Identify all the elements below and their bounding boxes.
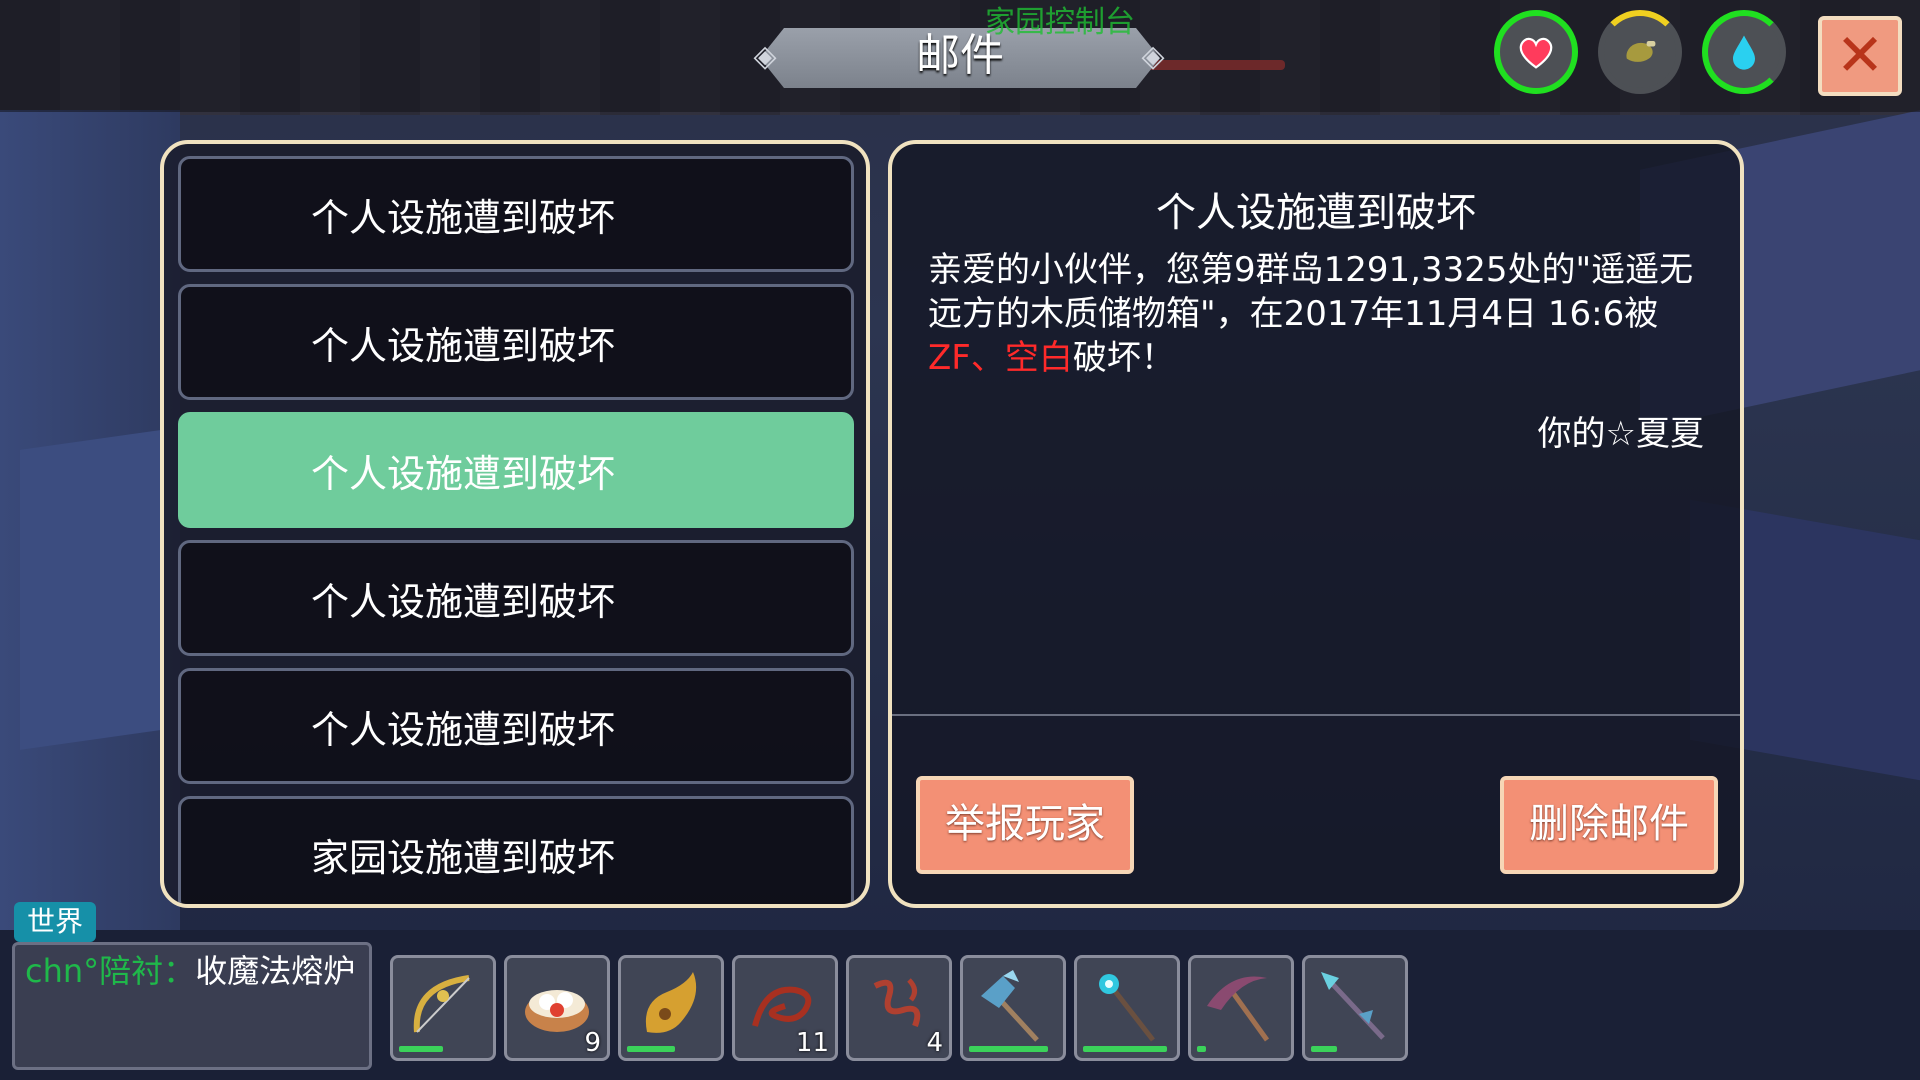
drumstick-icon (1626, 41, 1656, 62)
mail-list-item[interactable]: 个人设施遭到破坏 (178, 284, 854, 400)
crystal-spear-icon (1321, 972, 1385, 1040)
report-player-button[interactable]: 举报玩家 (916, 776, 1134, 874)
item-count: 11 (795, 1028, 829, 1058)
water-drop-icon (1733, 35, 1755, 70)
hotbar-slot-2[interactable]: 9 (504, 955, 610, 1061)
bow-icon (413, 975, 470, 1033)
mail-list-item[interactable]: 个人设施遭到破坏 (178, 156, 854, 272)
item-count: 4 (926, 1028, 943, 1058)
mail-signature: 你的☆夏夏 (1537, 414, 1704, 454)
attacker-name: 空白 (1004, 338, 1073, 378)
attacker-name: ZF (928, 338, 971, 378)
pickaxe-icon (1207, 976, 1270, 1042)
mail-list-item-selected[interactable]: 个人设施遭到破坏 (178, 412, 854, 528)
hotbar-slot-1[interactable] (390, 955, 496, 1061)
mail-list-item[interactable]: 个人设施遭到破坏 (178, 668, 854, 784)
mail-body-end: 破坏！ (1072, 338, 1175, 378)
mail-subject: 个人设施遭到破坏 (1156, 190, 1476, 236)
delete-mail-button[interactable]: 删除邮件 (1500, 776, 1718, 874)
hunger-indicator (1598, 10, 1682, 94)
hotbar-slot-7[interactable] (1074, 955, 1180, 1061)
hotbar-slot-8[interactable] (1188, 955, 1294, 1061)
water-indicator (1702, 10, 1786, 94)
hotbar-slot-9[interactable] (1302, 955, 1408, 1061)
hotbar-slot-3[interactable] (618, 955, 724, 1061)
chat-sender: chn°陪衬 (25, 952, 164, 990)
crystal-staff-icon (1099, 974, 1155, 1042)
mail-detail-panel: 个人设施遭到破坏 亲爱的小伙伴，您第9群岛1291,3325处的"遥遥无远方的木… (888, 140, 1744, 908)
durability-bar (1197, 1046, 1206, 1052)
chat-separator: ： (163, 952, 196, 990)
item-count: 9 (584, 1028, 601, 1058)
terrain-block (20, 430, 160, 750)
chat-message: chn°陪衬：收魔法熔炉 (25, 951, 355, 991)
heart-icon (1519, 37, 1553, 69)
crystal-axe-icon (981, 970, 1039, 1042)
mail-body: 亲爱的小伙伴，您第9群岛1291,3325处的"遥遥无远方的木质储物箱"，在20… (928, 248, 1718, 380)
chat-text: 收魔法熔炉 (195, 952, 356, 990)
mail-list-item[interactable]: 家园设施遭到破坏 (178, 796, 854, 904)
close-button[interactable]: ✕ (1818, 16, 1902, 96)
divider (892, 714, 1740, 716)
durability-bar (1083, 1046, 1167, 1052)
attacker-separator: 、 (970, 338, 1005, 378)
mail-list-item[interactable]: 个人设施遭到破坏 (178, 540, 854, 656)
horn-icon (645, 972, 697, 1033)
mail-list-panel: 个人设施遭到破坏 个人设施遭到破坏 个人设施遭到破坏 个人设施遭到破坏 个人设施… (160, 140, 870, 908)
page-title: 邮件 (916, 30, 1004, 81)
hotbar-slot-5[interactable]: 4 (846, 955, 952, 1061)
health-indicator (1494, 10, 1578, 94)
durability-bar (627, 1046, 675, 1052)
chat-box[interactable]: chn°陪衬：收魔法熔炉 (12, 942, 372, 1070)
hotbar-slot-4[interactable]: 11 (732, 955, 838, 1061)
chat-channel-tab[interactable]: 世界 (14, 902, 96, 942)
durability-bar (969, 1046, 1048, 1052)
durability-bar (1311, 1046, 1337, 1052)
durability-bar (399, 1046, 443, 1052)
hotbar-slot-6[interactable] (960, 955, 1066, 1061)
mail-body-text: 亲爱的小伙伴，您第9群岛1291,3325处的"遥遥无远方的木质储物箱"，在20… (928, 250, 1694, 334)
